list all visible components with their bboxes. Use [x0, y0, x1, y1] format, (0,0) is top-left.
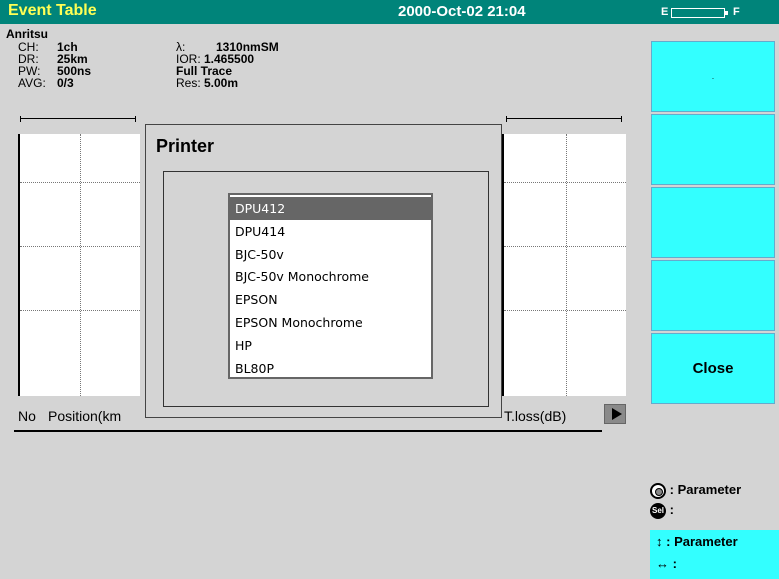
help-knob-row: : Parameter	[650, 482, 741, 499]
help-knob-text: : Parameter	[669, 482, 742, 497]
date-time: 2000-Oct-02 21:04	[398, 3, 526, 20]
battery-icon	[671, 8, 725, 18]
printer-dialog: Printer DPU412 DPU414 BJC-50v BJC-50v Mo…	[145, 124, 502, 418]
printer-option-epson-mono[interactable]: EPSON Monochrome	[230, 311, 431, 334]
help-leftright-text: :	[672, 556, 677, 571]
param-res-label: Res:	[176, 76, 201, 90]
distance-ruler-left	[20, 116, 136, 124]
title-bar: Event Table 2000-Oct-02 21:04 E F	[0, 0, 779, 24]
column-no: No	[18, 408, 36, 424]
close-button-label: Close	[692, 360, 734, 377]
scroll-right-arrow-icon[interactable]	[604, 404, 626, 424]
arrow-key-help: ↕ : Parameter ↔ :	[650, 530, 779, 579]
printer-option-hp[interactable]: HP	[230, 334, 431, 357]
printer-option-bjc-50v-mono[interactable]: BJC-50v Monochrome	[230, 265, 431, 288]
softkey-3[interactable]	[651, 187, 775, 258]
column-tloss: T.loss(dB)	[504, 408, 567, 424]
sel-key-icon: Sel	[650, 502, 666, 519]
printer-option-bl80p[interactable]: BL80P	[230, 357, 431, 380]
param-avg-value: 0/3	[57, 76, 74, 90]
printer-list[interactable]: DPU412 DPU414 BJC-50v BJC-50v Monochrome…	[228, 193, 433, 379]
softkey-1[interactable]: .	[651, 41, 775, 112]
dialog-title: Printer	[156, 136, 215, 156]
rotary-knob-icon	[650, 482, 666, 499]
distance-ruler-right	[506, 116, 622, 124]
help-sel-text: :	[669, 502, 674, 517]
close-button[interactable]: Close	[651, 333, 775, 404]
param-avg-label: AVG:	[18, 76, 46, 90]
printer-option-dpu414[interactable]: DPU414	[230, 220, 431, 243]
help-leftright-row: ↔ :	[656, 556, 677, 571]
battery-tip-icon	[725, 11, 728, 15]
trace-grid-left	[18, 134, 140, 396]
param-res: Res: 5.00m	[176, 77, 238, 89]
battery-empty-label: E	[661, 6, 669, 18]
up-down-arrow-icon: ↕	[656, 534, 663, 549]
column-position: Position(km	[48, 408, 122, 424]
printer-option-dpu412[interactable]: DPU412	[230, 197, 431, 220]
screen-title: Event Table	[8, 2, 97, 19]
help-updown-text: : Parameter	[666, 534, 738, 549]
battery-full-label: F	[733, 6, 740, 18]
help-updown-row: ↕ : Parameter	[656, 534, 738, 549]
printer-option-epson[interactable]: EPSON	[230, 288, 431, 311]
battery-indicator: E F	[657, 6, 779, 20]
param-res-value: 5.00m	[204, 76, 239, 90]
help-sel-row: Sel :	[650, 502, 674, 519]
brand-logo: Anritsu	[6, 27, 48, 41]
softkey-4[interactable]	[651, 260, 775, 331]
softkey-1-label: .	[711, 72, 715, 81]
printer-option-bjc-50v[interactable]: BJC-50v	[230, 243, 431, 266]
trace-grid-right	[502, 134, 626, 396]
softkey-2[interactable]	[651, 114, 775, 185]
left-right-arrow-icon: ↔	[656, 556, 669, 571]
param-avg: AVG: 0/3	[18, 77, 74, 89]
